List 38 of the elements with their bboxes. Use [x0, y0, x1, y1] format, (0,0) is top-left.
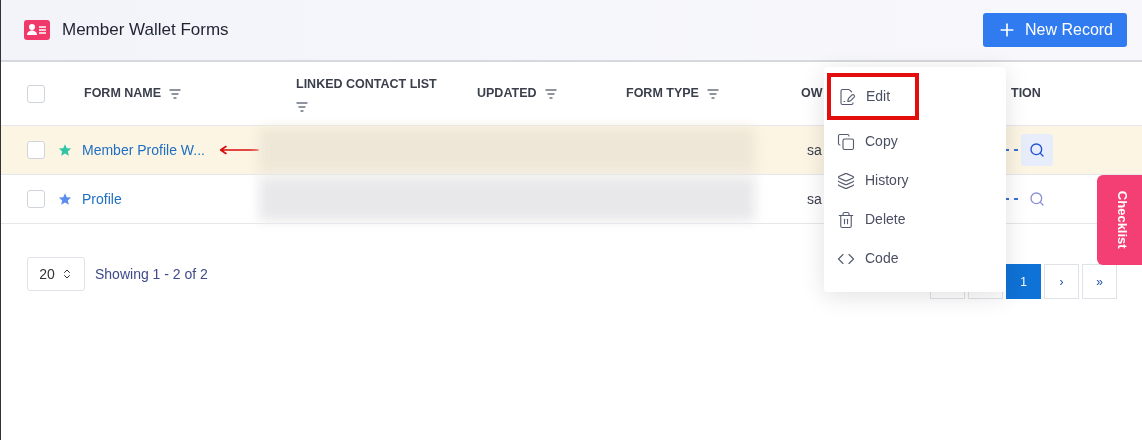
page-button[interactable]: 1: [1006, 264, 1041, 299]
showing-text: Showing 1 - 2 of 2: [95, 264, 208, 284]
filter-icon[interactable]: [706, 88, 719, 99]
form-name-link[interactable]: Profile: [82, 188, 122, 210]
search-icon: [1029, 191, 1045, 207]
menu-item[interactable]: Code: [824, 241, 1006, 276]
search-button[interactable]: [1021, 134, 1053, 166]
filter-icon[interactable]: [169, 88, 182, 99]
new-record-button[interactable]: New Record: [982, 13, 1127, 47]
column-header: FORM NAME: [84, 85, 162, 103]
history-icon: [837, 171, 855, 190]
edit-icon: [838, 87, 856, 106]
column-header: LINKED CONTACT LIST: [296, 76, 437, 94]
star-icon[interactable]: [58, 143, 72, 157]
menu-item[interactable]: Edit: [827, 73, 919, 120]
owner-cell: sa: [807, 142, 822, 158]
menu-item[interactable]: Copy: [824, 124, 1006, 159]
owner-cell: sa: [807, 191, 822, 207]
column-header: OW: [801, 85, 823, 103]
page-button[interactable]: »: [1082, 264, 1117, 299]
form-name-link[interactable]: Member Profile W...: [82, 139, 205, 161]
column-header: UPDATED: [477, 85, 537, 103]
checklist-tab[interactable]: Checklist: [1097, 175, 1142, 265]
filter-icon[interactable]: [296, 101, 308, 112]
page-button[interactable]: ›: [1044, 264, 1079, 299]
page-title: Member Wallet Forms: [62, 19, 229, 42]
search-icon: [1029, 142, 1045, 158]
checkbox[interactable]: [27, 141, 45, 159]
page-size-select[interactable]: 20: [27, 257, 85, 291]
delete-icon: [837, 210, 855, 229]
star-icon[interactable]: [58, 192, 72, 206]
column-header: TION: [1011, 85, 1041, 103]
copy-icon: [837, 132, 855, 151]
column-header: FORM TYPE: [626, 85, 699, 103]
filter-icon[interactable]: [544, 88, 557, 99]
checkbox[interactable]: [27, 190, 45, 208]
checkbox[interactable]: [27, 84, 45, 103]
contact-card-icon: [24, 20, 50, 40]
